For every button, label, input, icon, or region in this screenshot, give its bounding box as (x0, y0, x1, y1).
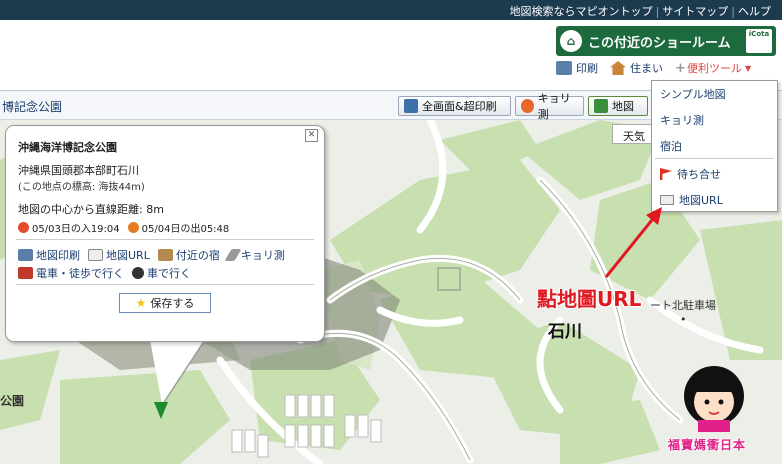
watermark-text: 福寶媽衝日本 (668, 438, 747, 452)
fullscreen-icon (404, 99, 418, 113)
sitemap-link[interactable]: サイトマップ (659, 5, 731, 18)
sunrise-icon (127, 222, 139, 233)
dropdown-divider (655, 158, 774, 159)
printer-icon (556, 61, 572, 75)
map-url-label: 地図URL (679, 194, 723, 207)
popup-tail (150, 340, 204, 404)
mascot-icon (684, 366, 744, 432)
steering-wheel-icon (132, 267, 144, 279)
map-url-label: 地図URL (106, 249, 150, 262)
info-popup: ✕ 沖縄海洋博記念公園 沖縄県国頭郡本部町石川 (この地点の標高: 海抜44m)… (5, 125, 325, 342)
housing-label: 住まい (630, 62, 663, 75)
close-icon[interactable]: ✕ (305, 129, 318, 142)
location-marker-icon[interactable] (154, 402, 168, 419)
flag-icon (660, 168, 672, 180)
sunrise-text: 05/04日の出05:48 (141, 224, 230, 235)
nearby-inn-link[interactable]: 付近の宿 (157, 247, 220, 263)
distance-button[interactable]: キョリ測 (515, 92, 584, 121)
map-label-park: 公園 (0, 394, 25, 408)
train-walk-label: 電車・徒歩で行く (36, 267, 124, 280)
help-link[interactable]: ヘルプ (735, 5, 774, 18)
ruler-icon (224, 249, 242, 261)
popup-address: 沖縄県国頭郡本部町石川 (18, 164, 139, 177)
mail-icon (660, 195, 674, 205)
top-nav: 地図検索ならマピオントップ | サイトマップ | ヘルプ (0, 0, 782, 20)
star-icon: ★ (135, 296, 147, 310)
popup-distance: 地図の中心から直線距離: 8m (18, 203, 164, 216)
popup-elevation: (この地点の標高: 海抜44m) (18, 182, 145, 193)
map-title: 博記念公園 (2, 100, 63, 114)
mapion-top-link[interactable]: 地図検索ならマピオントップ (507, 5, 656, 18)
ruler-icon (521, 99, 534, 113)
icota-logo: iCota (746, 29, 772, 53)
plus-icon: + (675, 60, 686, 76)
benri-tool-button[interactable]: + 便利ツール ▼ (675, 60, 751, 76)
sunset-text: 05/03日の入19:04 (32, 224, 120, 235)
save-label: 保存する (150, 297, 195, 310)
sun-times: 05/03日の入19:04 05/04日の出05:48 (18, 220, 229, 235)
chevron-down-icon: ▼ (745, 63, 752, 73)
meetup-label: 待ち合せ (677, 168, 721, 181)
sunset-icon (18, 222, 29, 233)
map-label-parking: ート北駐車場 (650, 299, 716, 312)
printer-icon (18, 249, 33, 261)
housing-button[interactable]: 住まい (610, 60, 663, 76)
benri-label: 便利ツール (687, 62, 742, 75)
inn-icon (157, 249, 173, 261)
dropdown-item-meetup[interactable]: 待ち合せ (660, 166, 721, 182)
popup-links-row2: 電車・徒歩で行く 車で行く (18, 265, 199, 281)
popup-divider (16, 284, 314, 285)
kyori-label: キョリ測 (240, 249, 285, 262)
map-label-ishikawa: 石川 (548, 322, 582, 342)
map-print-link[interactable]: 地図印刷 (18, 247, 80, 263)
kyori-link[interactable]: キョリ測 (224, 247, 285, 263)
print-button[interactable]: 印刷 (556, 60, 598, 76)
train-icon (18, 267, 33, 279)
map-print-label: 地図印刷 (36, 249, 80, 262)
distance-label: キョリ測 (537, 92, 571, 121)
map-mode-label: 地図 (612, 100, 634, 113)
mail-icon (88, 249, 103, 261)
fullscreen-print-button[interactable]: 全画面&超印刷 (398, 96, 511, 116)
popup-divider (16, 239, 314, 240)
tool-row: 印刷 住まい + 便利ツール ▼ (556, 60, 782, 76)
map-mode-button[interactable]: 地図 (588, 96, 648, 116)
benri-dropdown: シンプル地図 キョリ測 宿泊 待ち合せ 地図URL (651, 80, 778, 212)
car-label: 車で行く (147, 267, 191, 280)
popup-title: 沖縄海洋博記念公園 (18, 141, 117, 154)
train-walk-link[interactable]: 電車・徒歩で行く (18, 265, 124, 281)
fullscreen-print-label: 全画面&超印刷 (422, 100, 497, 113)
save-button[interactable]: ★ 保存する (119, 293, 211, 313)
annotation-arrow-icon (604, 207, 662, 278)
dropdown-item-kyori[interactable]: キョリ測 (660, 112, 704, 128)
weather-button[interactable]: 天気 (612, 124, 654, 144)
map-url-link[interactable]: 地図URL (88, 247, 150, 263)
map-dot: • (680, 313, 687, 326)
showroom-banner[interactable]: ⌂ この付近のショールーム iCota (556, 26, 776, 56)
house-icon (610, 61, 626, 75)
showroom-icon: ⌂ (560, 30, 582, 52)
nearby-inn-label: 付近の宿 (175, 249, 220, 262)
annotation-text: 點地圖URL (537, 287, 642, 311)
showroom-label: この付近のショールーム (588, 35, 731, 51)
car-link[interactable]: 車で行く (132, 265, 191, 281)
print-label: 印刷 (576, 62, 598, 75)
popup-links-row1: 地図印刷 地図URL 付近の宿 キョリ測 (18, 247, 293, 263)
dropdown-item-lodging[interactable]: 宿泊 (660, 138, 682, 154)
map-icon (594, 99, 608, 113)
dropdown-item-simple-map[interactable]: シンプル地図 (660, 86, 726, 102)
